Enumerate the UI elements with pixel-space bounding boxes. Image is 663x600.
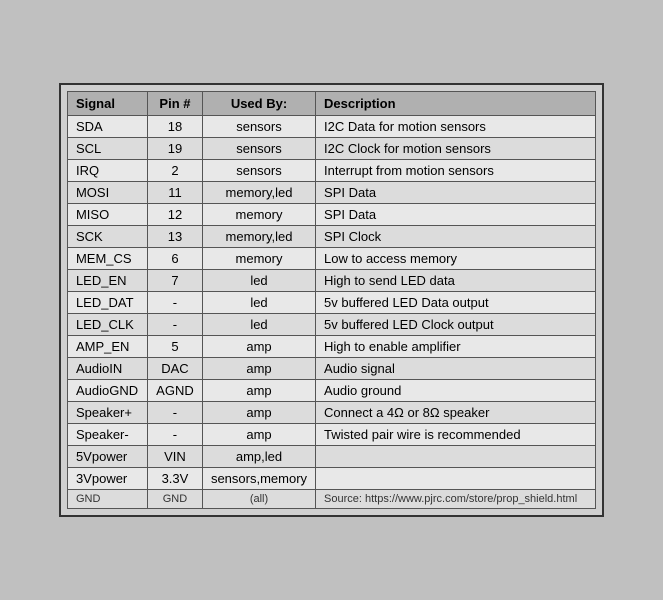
cell-description: High to enable amplifier [316, 336, 596, 358]
cell-signal: 5Vpower [67, 446, 147, 468]
cell-pin: 12 [147, 204, 202, 226]
table-row: 5VpowerVINamp,led [67, 446, 595, 468]
table-row: AMP_EN5ampHigh to enable amplifier [67, 336, 595, 358]
table-row: LED_CLK-led5v buffered LED Clock output [67, 314, 595, 336]
cell-signal: GND [67, 490, 147, 509]
cell-usedby: amp [202, 336, 315, 358]
header-description: Description [316, 92, 596, 116]
cell-description [316, 446, 596, 468]
header-usedby: Used By: [202, 92, 315, 116]
header-row: Signal Pin # Used By: Description [67, 92, 595, 116]
cell-pin: 5 [147, 336, 202, 358]
cell-description: SPI Clock [316, 226, 596, 248]
cell-signal: LED_CLK [67, 314, 147, 336]
table-row: SCK13memory,ledSPI Clock [67, 226, 595, 248]
cell-pin: 7 [147, 270, 202, 292]
cell-pin: AGND [147, 380, 202, 402]
cell-signal: SDA [67, 116, 147, 138]
cell-description: Connect a 4Ω or 8Ω speaker [316, 402, 596, 424]
cell-description [316, 468, 596, 490]
cell-pin: 19 [147, 138, 202, 160]
cell-usedby: memory [202, 248, 315, 270]
cell-description: I2C Clock for motion sensors [316, 138, 596, 160]
cell-description: 5v buffered LED Data output [316, 292, 596, 314]
cell-pin: 3.3V [147, 468, 202, 490]
cell-signal: LED_DAT [67, 292, 147, 314]
table-row: SCL19sensorsI2C Clock for motion sensors [67, 138, 595, 160]
signal-table: Signal Pin # Used By: Description SDA18s… [67, 91, 596, 509]
cell-signal: AudioIN [67, 358, 147, 380]
table-row: Speaker--ampTwisted pair wire is recomme… [67, 424, 595, 446]
cell-pin: - [147, 402, 202, 424]
cell-signal: MOSI [67, 182, 147, 204]
cell-usedby: sensors,memory [202, 468, 315, 490]
cell-description: SPI Data [316, 204, 596, 226]
cell-signal: MEM_CS [67, 248, 147, 270]
cell-description: Twisted pair wire is recommended [316, 424, 596, 446]
cell-usedby: amp,led [202, 446, 315, 468]
cell-usedby: (all) [202, 490, 315, 509]
cell-description: I2C Data for motion sensors [316, 116, 596, 138]
cell-pin: 6 [147, 248, 202, 270]
cell-usedby: sensors [202, 160, 315, 182]
cell-signal: 3Vpower [67, 468, 147, 490]
cell-usedby: sensors [202, 116, 315, 138]
cell-usedby: memory [202, 204, 315, 226]
cell-pin: 13 [147, 226, 202, 248]
cell-pin: - [147, 424, 202, 446]
cell-pin: GND [147, 490, 202, 509]
cell-signal: IRQ [67, 160, 147, 182]
cell-signal: AudioGND [67, 380, 147, 402]
table-row: GNDGND(all)Source: https://www.pjrc.com/… [67, 490, 595, 509]
cell-description: Source: https://www.pjrc.com/store/prop_… [316, 490, 596, 509]
cell-description: 5v buffered LED Clock output [316, 314, 596, 336]
table-row: Speaker+-ampConnect a 4Ω or 8Ω speaker [67, 402, 595, 424]
cell-usedby: led [202, 314, 315, 336]
table-row: LED_DAT-led5v buffered LED Data output [67, 292, 595, 314]
cell-usedby: led [202, 292, 315, 314]
table-row: MEM_CS6memoryLow to access memory [67, 248, 595, 270]
cell-description: Interrupt from motion sensors [316, 160, 596, 182]
cell-usedby: memory,led [202, 226, 315, 248]
table-row: SDA18sensorsI2C Data for motion sensors [67, 116, 595, 138]
table-row: IRQ2sensorsInterrupt from motion sensors [67, 160, 595, 182]
table-row: MISO12memorySPI Data [67, 204, 595, 226]
cell-usedby: memory,led [202, 182, 315, 204]
cell-description: SPI Data [316, 182, 596, 204]
cell-description: Audio signal [316, 358, 596, 380]
cell-usedby: amp [202, 402, 315, 424]
cell-signal: SCL [67, 138, 147, 160]
table-row: LED_EN7ledHigh to send LED data [67, 270, 595, 292]
cell-description: High to send LED data [316, 270, 596, 292]
table-row: 3Vpower3.3Vsensors,memory [67, 468, 595, 490]
cell-signal: AMP_EN [67, 336, 147, 358]
cell-pin: - [147, 292, 202, 314]
table-row: AudioINDACampAudio signal [67, 358, 595, 380]
cell-pin: - [147, 314, 202, 336]
cell-usedby: sensors [202, 138, 315, 160]
cell-signal: LED_EN [67, 270, 147, 292]
header-pin: Pin # [147, 92, 202, 116]
cell-description: Audio ground [316, 380, 596, 402]
cell-description: Low to access memory [316, 248, 596, 270]
cell-pin: 2 [147, 160, 202, 182]
cell-usedby: amp [202, 358, 315, 380]
cell-usedby: led [202, 270, 315, 292]
table-row: MOSI11memory,ledSPI Data [67, 182, 595, 204]
header-signal: Signal [67, 92, 147, 116]
cell-signal: MISO [67, 204, 147, 226]
cell-pin: VIN [147, 446, 202, 468]
cell-signal: Speaker- [67, 424, 147, 446]
cell-pin: 11 [147, 182, 202, 204]
cell-pin: 18 [147, 116, 202, 138]
table-wrapper: Signal Pin # Used By: Description SDA18s… [59, 83, 604, 517]
cell-pin: DAC [147, 358, 202, 380]
cell-usedby: amp [202, 380, 315, 402]
cell-usedby: amp [202, 424, 315, 446]
table-row: AudioGNDAGNDampAudio ground [67, 380, 595, 402]
cell-signal: SCK [67, 226, 147, 248]
cell-signal: Speaker+ [67, 402, 147, 424]
